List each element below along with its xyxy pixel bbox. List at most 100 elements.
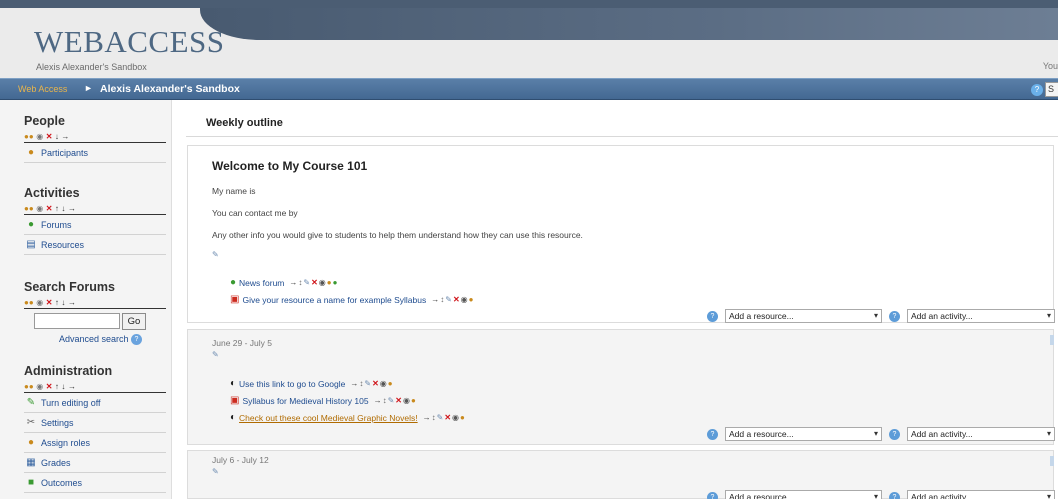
edit-summary-icon[interactable]: ✎ <box>212 250 219 259</box>
activity-link[interactable]: Give your resource a name for example Sy… <box>242 295 426 305</box>
roles-icon[interactable]: ●● <box>24 132 34 141</box>
edit-summary-icon[interactable]: ✎ <box>212 350 219 359</box>
section-marker[interactable] <box>1050 456 1054 466</box>
add-activity-select[interactable]: Add an activity... <box>907 490 1055 499</box>
sidebar-item-settings[interactable]: ✂ Settings <box>24 413 166 433</box>
move-right-icon[interactable]: → <box>350 379 359 388</box>
hide-icon[interactable]: ◉ <box>36 204 43 213</box>
sidebar-item-assign-roles[interactable]: ● Assign roles <box>24 433 166 453</box>
help-icon[interactable]: ? <box>889 310 900 322</box>
delete-icon[interactable]: ✕ <box>311 278 319 287</box>
delete-icon[interactable]: ✕ <box>453 295 461 304</box>
help-icon[interactable]: ? <box>1031 84 1043 96</box>
sidebar-item-resources[interactable]: ▤ Resources <box>24 235 166 255</box>
pdf-icon: ▣ <box>230 294 240 305</box>
move-down-icon[interactable]: ↓ <box>61 382 65 391</box>
move-right-icon[interactable]: → <box>61 132 69 141</box>
add-resource-select[interactable]: Add a resource... <box>725 427 882 441</box>
delete-icon[interactable]: ✕ <box>46 204 53 213</box>
roles-icon[interactable]: ● <box>388 379 394 388</box>
move-right-icon[interactable]: → <box>431 295 440 304</box>
hide-icon[interactable]: ◉ <box>36 132 43 141</box>
delete-icon[interactable]: ✕ <box>46 132 53 141</box>
delete-icon[interactable]: ✕ <box>372 379 380 388</box>
move-up-icon[interactable]: ↑ <box>55 382 59 391</box>
roles-icon[interactable]: ● <box>469 295 475 304</box>
delete-icon[interactable]: ✕ <box>444 413 452 422</box>
section-marker[interactable] <box>1050 335 1054 345</box>
activity-link[interactable]: Use this link to go to Google <box>239 379 345 389</box>
hide-icon[interactable]: ◉ <box>36 298 43 307</box>
hide-icon[interactable]: ◉ <box>461 295 469 304</box>
update-icon[interactable]: ✎ <box>303 278 311 287</box>
roles-icon[interactable]: ● <box>460 413 466 422</box>
roles-icon[interactable]: ● <box>411 396 417 405</box>
pdf-icon: ▣ <box>230 395 240 406</box>
resource-icon: ▤ <box>26 239 36 250</box>
sidebar-item-label: Resources <box>41 239 85 250</box>
main-content: Weekly outline Welcome to My Course 101 … <box>172 100 1058 499</box>
settings-icon: ✂ <box>26 417 36 428</box>
help-icon[interactable]: ? <box>889 491 900 499</box>
breadcrumb-separator: ► <box>84 83 93 93</box>
add-resource-select[interactable]: Add a resource... <box>725 309 882 323</box>
navbar-button[interactable]: S <box>1045 82 1058 97</box>
hide-icon[interactable]: ◉ <box>452 413 460 422</box>
activity-link[interactable]: Syllabus for Medieval History 105 <box>242 396 368 406</box>
site-logo[interactable]: WEBACCESS <box>34 24 225 60</box>
roles-icon[interactable]: ●● <box>24 382 34 391</box>
hide-icon[interactable]: ◉ <box>403 396 411 405</box>
roles-icon[interactable]: ●● <box>24 298 34 307</box>
update-icon[interactable]: ✎ <box>445 295 453 304</box>
add-activity-select[interactable]: Add an activity... <box>907 309 1055 323</box>
section-text: You can contact me by <box>212 208 298 218</box>
breadcrumb-home-link[interactable]: Web Access <box>18 84 67 94</box>
hide-icon[interactable]: ◉ <box>36 382 43 391</box>
roles-icon[interactable]: ●● <box>24 204 34 213</box>
sidebar-item-outcomes[interactable]: ■ Outcomes <box>24 473 166 493</box>
move-down-icon[interactable]: ↓ <box>55 132 59 141</box>
activity-graphic-novels: ◐ Check out these cool Medieval Graphic … <box>230 412 466 423</box>
sidebar-item-turn-editing-off[interactable]: ✎ Turn editing off <box>24 393 166 413</box>
block-controls: ●● ◉ ✕ ↓ → <box>24 131 166 143</box>
update-icon[interactable]: ✎ <box>364 379 372 388</box>
help-icon[interactable]: ? <box>707 428 718 440</box>
move-down-icon[interactable]: ↓ <box>61 298 65 307</box>
help-icon[interactable]: ? <box>707 310 718 322</box>
move-up-icon[interactable]: ↑ <box>55 298 59 307</box>
help-icon[interactable]: ? <box>131 334 142 346</box>
move-right-icon[interactable]: → <box>374 396 383 405</box>
groups-icon[interactable]: ● <box>333 278 339 287</box>
people-block: People ●● ◉ ✕ ↓ → ● Participants <box>24 114 166 163</box>
delete-icon[interactable]: ✕ <box>395 396 403 405</box>
course-section-0: Welcome to My Course 101 My name is You … <box>187 145 1055 323</box>
help-icon[interactable]: ? <box>889 428 900 440</box>
advanced-search-link[interactable]: Advanced search ? <box>59 334 142 346</box>
move-right-icon[interactable]: → <box>423 413 432 422</box>
add-activity-select[interactable]: Add an activity... <box>907 427 1055 441</box>
move-down-icon[interactable]: ↓ <box>61 204 65 213</box>
edit-summary-icon[interactable]: ✎ <box>212 467 219 476</box>
sidebar-item-label: Forums <box>41 219 72 230</box>
activity-link[interactable]: Check out these cool Medieval Graphic No… <box>239 413 418 423</box>
sidebar-item-forums[interactable]: ● Forums <box>24 215 166 235</box>
section-date: July 6 - July 12 <box>212 455 269 465</box>
delete-icon[interactable]: ✕ <box>46 382 53 391</box>
site-subtitle: Alexis Alexander's Sandbox <box>36 62 147 72</box>
activity-link[interactable]: News forum <box>239 278 284 288</box>
delete-icon[interactable]: ✕ <box>46 298 53 307</box>
sidebar-item-participants[interactable]: ● Participants <box>24 143 166 163</box>
move-right-icon[interactable]: → <box>68 382 76 391</box>
search-go-button[interactable]: Go <box>122 313 146 330</box>
search-forums-input[interactable] <box>34 313 120 329</box>
sidebar-item-grades[interactable]: ▦ Grades <box>24 453 166 473</box>
hide-icon[interactable]: ◉ <box>319 278 327 287</box>
sidebar-item-label: Turn editing off <box>41 397 101 408</box>
move-right-icon[interactable]: → <box>68 298 76 307</box>
move-right-icon[interactable]: → <box>68 204 76 213</box>
hide-icon[interactable]: ◉ <box>380 379 388 388</box>
add-resource-select[interactable]: Add a resource... <box>725 490 882 499</box>
activity-edit-controls: →↕✎✕◉● <box>374 396 417 405</box>
move-up-icon[interactable]: ↑ <box>55 204 59 213</box>
help-icon[interactable]: ? <box>707 491 718 499</box>
